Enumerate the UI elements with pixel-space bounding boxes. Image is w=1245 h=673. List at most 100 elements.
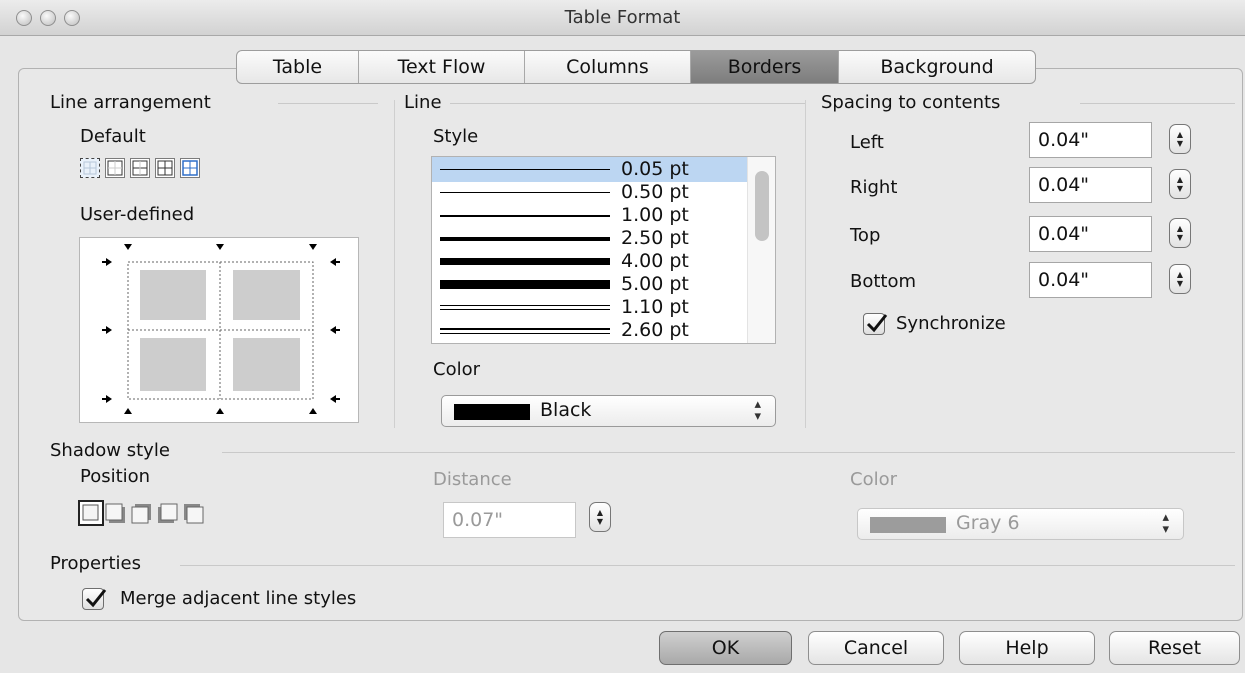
shadow-top-left-icon[interactable]: [182, 502, 208, 528]
spacing-top-stepper[interactable]: ▲ ▼: [1169, 218, 1191, 248]
line-heading: Line: [404, 92, 442, 113]
merge-line-styles-checkbox[interactable]: [82, 588, 107, 610]
properties-heading: Properties: [50, 553, 141, 574]
shadow-bottom-right-icon[interactable]: [104, 502, 130, 528]
line-style-value: 0.50 pt: [621, 181, 689, 203]
default-label: Default: [80, 126, 146, 147]
line-style-value: 4.00 pt: [621, 250, 689, 272]
tab-columns[interactable]: Columns: [525, 51, 691, 83]
tab-borders[interactable]: Borders: [691, 51, 839, 83]
outer-border-icon[interactable]: [105, 158, 125, 178]
chevron-updown-icon: ▴ ▾: [754, 397, 761, 424]
line-style-value: 5.00 pt: [621, 273, 689, 295]
line-style-option[interactable]: 1.10 pt: [432, 295, 750, 320]
checkmark-icon: [85, 589, 107, 608]
line-sample: [440, 309, 610, 310]
outer-border-all-inner-icon[interactable]: [155, 158, 175, 178]
tab-background[interactable]: Background: [839, 51, 1035, 83]
spacing-bottom-label: Bottom: [850, 271, 917, 292]
window-title: Table Format: [564, 7, 681, 28]
chevron-updown-icon: ▴ ▾: [1162, 510, 1169, 537]
ok-button[interactable]: OK: [659, 631, 792, 665]
line-sample: [440, 333, 610, 334]
merge-line-styles-label: Merge adjacent line styles: [120, 588, 357, 609]
spacing-top-field[interactable]: 0.04": [1029, 216, 1152, 252]
spacing-right-field[interactable]: 0.04": [1029, 167, 1152, 203]
separator: [180, 565, 1235, 566]
spacing-bottom-stepper[interactable]: ▲ ▼: [1169, 264, 1191, 294]
shadow-bottom-left-icon[interactable]: [156, 502, 182, 528]
line-sample: [440, 192, 610, 193]
line-style-option[interactable]: 2.60 pt: [432, 318, 750, 343]
scroll-thumb[interactable]: [755, 171, 769, 241]
line-style-value: 1.00 pt: [621, 204, 689, 226]
shadow-style-heading: Shadow style: [50, 440, 170, 461]
outer-border-horizontal-icon[interactable]: [130, 158, 150, 178]
line-style-option[interactable]: 5.00 pt: [432, 272, 750, 297]
line-style-value: 2.50 pt: [621, 227, 689, 249]
line-style-value: 1.10 pt: [621, 296, 689, 318]
shadow-position-label: Position: [80, 466, 151, 487]
cancel-button[interactable]: Cancel: [808, 631, 944, 665]
line-sample: [440, 169, 610, 170]
line-color-value: Black: [540, 399, 592, 421]
spacing-left-field[interactable]: 0.04": [1029, 122, 1152, 158]
synchronize-label: Synchronize: [896, 313, 1006, 334]
shadow-distance-stepper[interactable]: ▲ ▼: [589, 502, 611, 532]
line-sample: [440, 280, 610, 289]
spacing-right-label: Right: [850, 177, 898, 198]
separator: [1080, 103, 1235, 104]
spacing-right-stepper[interactable]: ▲ ▼: [1169, 169, 1191, 199]
line-sample: [440, 258, 610, 265]
spacing-bottom-field[interactable]: 0.04": [1029, 262, 1152, 298]
line-style-option[interactable]: 0.05 pt: [432, 157, 750, 182]
border-preview-drawing: [102, 244, 340, 414]
checkmark-icon: [866, 314, 888, 333]
reset-button[interactable]: Reset: [1109, 631, 1240, 665]
help-button[interactable]: Help: [959, 631, 1095, 665]
color-swatch: [870, 517, 946, 533]
line-style-list[interactable]: 0.05 pt 0.50 pt 1.00 pt 2.50 pt 4.00 pt …: [431, 156, 776, 344]
spacing-top-label: Top: [850, 225, 881, 246]
line-color-label: Color: [433, 359, 480, 380]
color-swatch: [454, 404, 530, 420]
line-sample: [440, 237, 610, 241]
shadow-color-label: Color: [850, 469, 897, 490]
spacing-left-label: Left: [850, 132, 884, 153]
synchronize-checkbox[interactable]: [863, 313, 888, 335]
line-style-option[interactable]: 2.50 pt: [432, 226, 750, 251]
no-borders-icon[interactable]: [80, 158, 100, 178]
line-style-value: 2.60 pt: [621, 319, 689, 341]
line-arrangement-heading: Line arrangement: [50, 92, 211, 113]
tab-text-flow[interactable]: Text Flow: [359, 51, 525, 83]
title-bar: Table Format: [0, 0, 1245, 36]
line-sample: [440, 328, 610, 330]
shadow-top-right-icon[interactable]: [130, 502, 156, 528]
user-defined-label: User-defined: [80, 204, 195, 225]
shadow-distance-label: Distance: [433, 469, 512, 490]
outer-border-no-inner-icon[interactable]: [180, 158, 200, 178]
line-style-option[interactable]: 4.00 pt: [432, 249, 750, 274]
separator: [278, 103, 378, 104]
line-style-value: 0.05 pt: [621, 158, 689, 180]
separator: [394, 100, 395, 428]
shadow-color-select[interactable]: Gray 6 ▴ ▾: [857, 508, 1184, 540]
separator: [450, 103, 805, 104]
spacing-heading: Spacing to contents: [821, 92, 1001, 113]
shadow-distance-field[interactable]: 0.07": [443, 502, 576, 538]
separator: [222, 452, 1235, 453]
line-style-scrollbar[interactable]: [747, 157, 775, 343]
spacing-left-stepper[interactable]: ▲ ▼: [1169, 124, 1191, 154]
tab-bar: Table Text Flow Columns Borders Backgrou…: [236, 50, 1036, 84]
shadow-color-value: Gray 6: [956, 512, 1020, 534]
line-style-option[interactable]: 0.50 pt: [432, 180, 750, 205]
line-sample: [440, 215, 610, 217]
line-style-option[interactable]: 1.00 pt: [432, 203, 750, 228]
separator: [805, 100, 806, 428]
no-shadow-icon[interactable]: [78, 500, 104, 526]
tab-table[interactable]: Table: [237, 51, 359, 83]
line-color-select[interactable]: Black ▴ ▾: [441, 395, 776, 427]
style-label: Style: [433, 126, 479, 147]
line-sample: [440, 305, 610, 306]
user-defined-border-preview[interactable]: [79, 237, 359, 423]
